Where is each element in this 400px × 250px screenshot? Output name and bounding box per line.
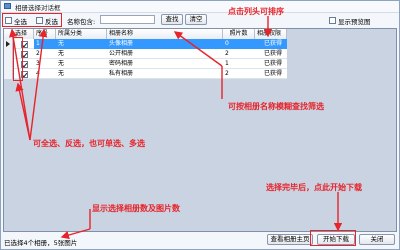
- arrow-to-search: [173, 31, 223, 67]
- annotation-arrows: [8, 16, 343, 240]
- annotation-download: 选择完毕后，点此开始下载: [266, 183, 362, 192]
- annotation-sort: 点击列头可排序: [228, 7, 284, 16]
- arrow-to-select-all: [8, 28, 31, 141]
- annotation-select: 可全选、反选，也可单选、多选: [33, 139, 145, 148]
- arrow-to-row-checkbox: [15, 82, 31, 141]
- arrow-to-invert: [29, 28, 48, 141]
- annotation-filter: 可按相册名称模糊查找筛选: [228, 102, 324, 111]
- arrow-to-status: [60, 228, 91, 240]
- annotation-count: 显示选择相册数及图片数: [92, 204, 180, 213]
